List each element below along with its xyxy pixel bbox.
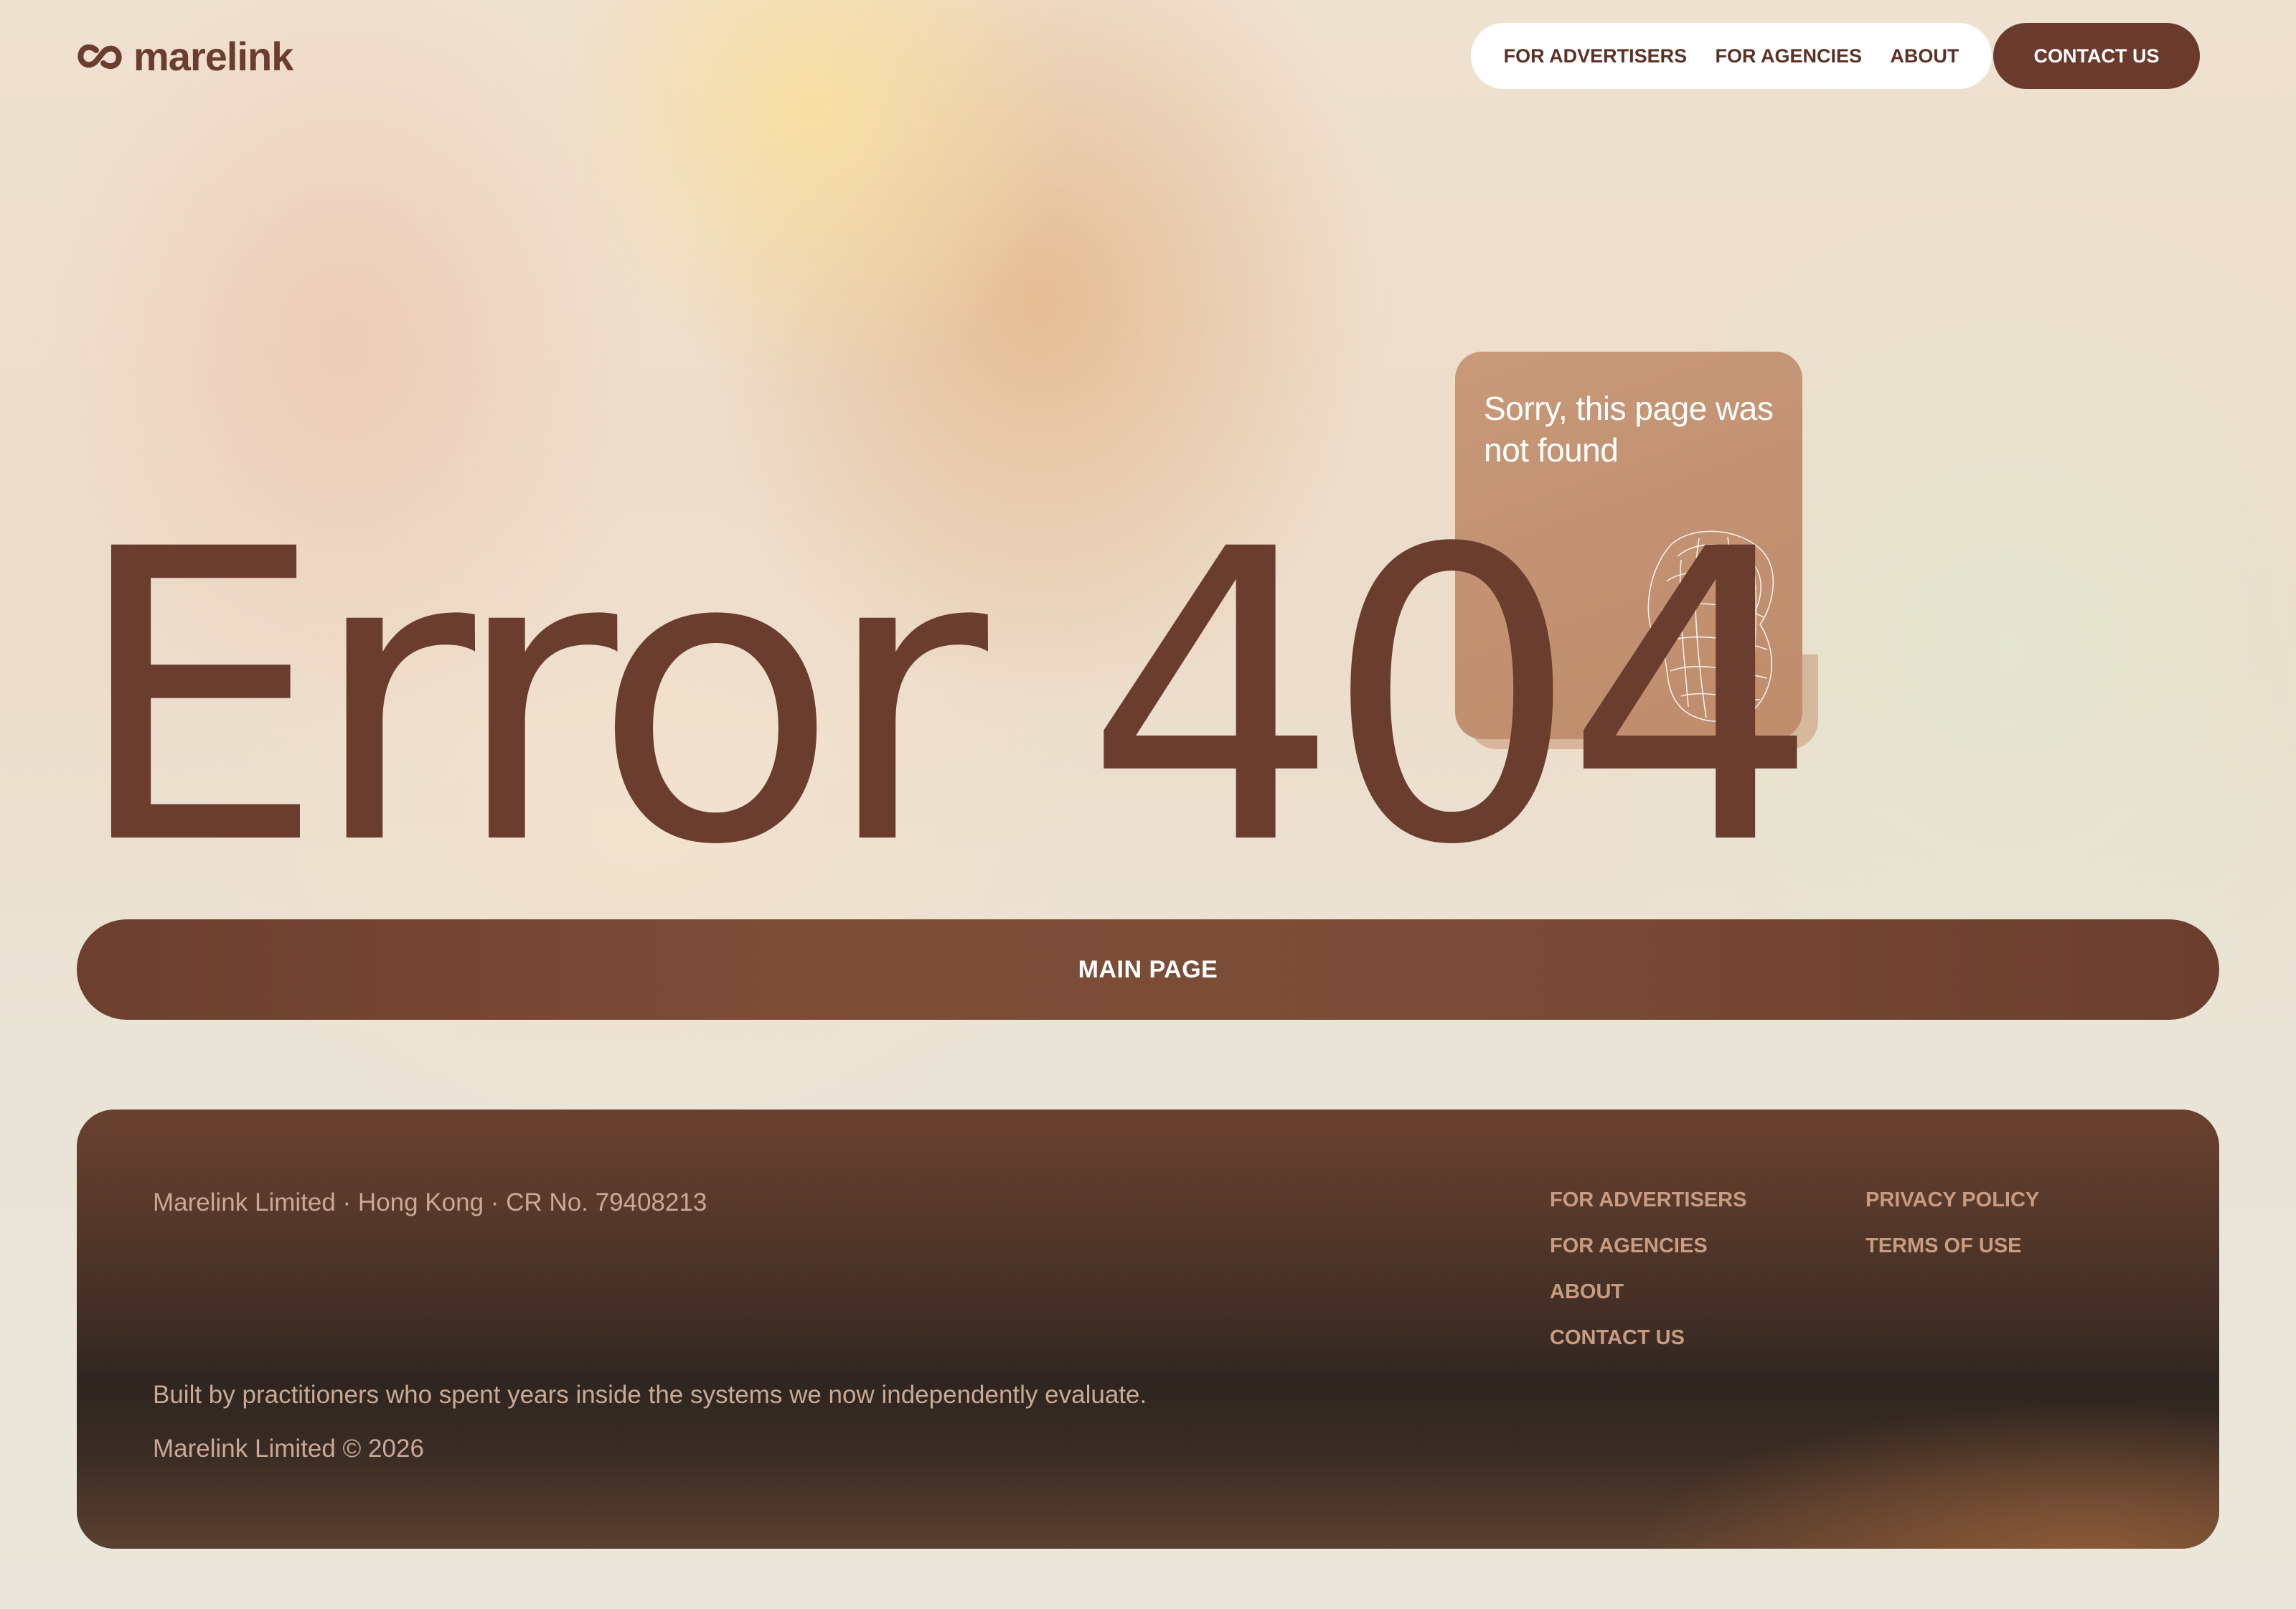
chain-link-icon [77,44,122,69]
nav-for-advertisers[interactable]: FOR ADVERTISERS [1504,45,1688,67]
brand-logo[interactable]: marelink [76,33,293,80]
not-found-message: Sorry, this page was not found [1484,390,1774,469]
nav-for-agencies[interactable]: FOR AGENCIES [1716,45,1863,67]
footer-tagline: Built by practitioners who spent years i… [153,1381,1147,1409]
error-headline: Error 404 [72,465,1820,933]
footer-link-for-advertisers[interactable]: FOR ADVERTISERS [1550,1188,1746,1211]
main-page-button[interactable]: MAIN PAGE [77,919,2219,1020]
footer-company-info: Marelink Limited · Hong Kong · CR No. 79… [153,1188,707,1216]
brand-name: marelink [133,34,293,79]
footer-legal-nav: PRIVACY POLICY TERMS OF USE [1866,1188,2039,1257]
nav-about[interactable]: ABOUT [1890,45,1959,67]
footer-link-privacy-policy[interactable]: PRIVACY POLICY [1866,1188,2039,1211]
footer-nav: FOR ADVERTISERS FOR AGENCIES ABOUT CONTA… [1550,1188,1746,1349]
top-nav: FOR ADVERTISERS FOR AGENCIES ABOUT [1471,23,1992,89]
footer-link-about[interactable]: ABOUT [1550,1280,1746,1303]
footer: Marelink Limited · Hong Kong · CR No. 79… [77,1110,2219,1549]
footer-link-terms-of-use[interactable]: TERMS OF USE [1866,1234,2039,1257]
footer-copyright: Marelink Limited © 2026 [153,1435,424,1463]
contact-us-button[interactable]: CONTACT US [1993,23,2200,89]
footer-link-for-agencies[interactable]: FOR AGENCIES [1550,1234,1746,1257]
footer-link-contact-us[interactable]: CONTACT US [1550,1326,1746,1349]
